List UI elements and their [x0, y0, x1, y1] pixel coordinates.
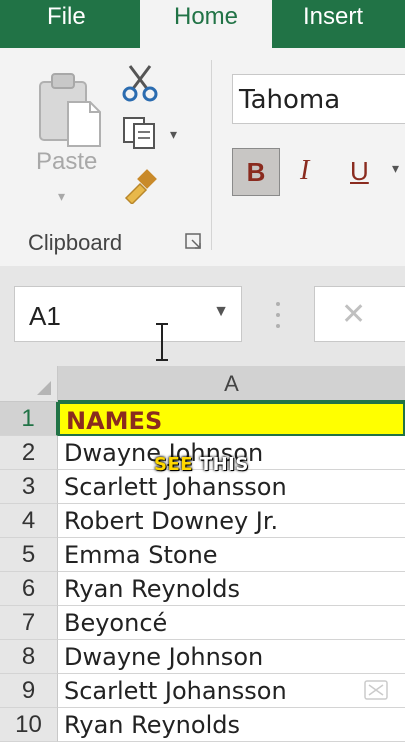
copy-dropdown-icon[interactable]: ▾	[170, 126, 177, 143]
cut-icon[interactable]	[120, 64, 160, 102]
caption-word-2: THIS	[199, 454, 249, 475]
cell[interactable]: Emma Stone	[58, 538, 405, 572]
cancel-icon: ✕	[341, 298, 367, 331]
drag-handle-icon[interactable]	[272, 298, 284, 332]
table-row: 10 Ryan Reynolds	[0, 708, 405, 742]
cell[interactable]: Robert Downey Jr.	[58, 504, 405, 538]
table-row: 3 Scarlett Johansson	[0, 470, 405, 504]
cell[interactable]: Dwayne Johnson	[58, 640, 405, 674]
table-row: 7 Beyoncé	[0, 606, 405, 640]
row-header[interactable]: 8	[0, 640, 58, 674]
column-header-a[interactable]: A	[58, 366, 405, 402]
caption-overlay: SEE THIS	[154, 454, 249, 475]
tab-home[interactable]: Home	[140, 0, 272, 52]
name-box-dropdown-icon[interactable]: ▼	[213, 303, 229, 321]
ribbon-spacer	[0, 266, 405, 286]
row-header[interactable]: 2	[0, 436, 58, 470]
copy-icon[interactable]	[120, 116, 160, 150]
table-row: 8 Dwayne Johnson	[0, 640, 405, 674]
italic-button[interactable]: I	[300, 148, 320, 196]
cell[interactable]: Scarlett Johansson	[58, 674, 405, 708]
clipboard-group: Paste ▾ ▾ Clipboard	[0, 48, 212, 266]
table-row: 4 Robert Downey Jr.	[0, 504, 405, 538]
cell[interactable]: Ryan Reynolds	[58, 708, 405, 742]
row-header[interactable]: 4	[0, 504, 58, 538]
cell[interactable]: Beyoncé	[58, 606, 405, 640]
cell[interactable]: Ryan Reynolds	[58, 572, 405, 606]
name-box[interactable]: A1 ▼	[14, 286, 242, 342]
clipboard-group-label: Clipboard	[28, 230, 123, 255]
table-row: 1 NAMES	[0, 402, 405, 436]
row-header[interactable]: 3	[0, 470, 58, 504]
spreadsheet-grid: A 1 NAMES 2 Dwayne Johnson 3 Scarlett Jo…	[0, 366, 405, 742]
table-row: 6 Ryan Reynolds	[0, 572, 405, 606]
font-name-value: Tahoma	[239, 85, 341, 115]
cell[interactable]: NAMES	[58, 402, 405, 436]
format-painter-icon[interactable]	[120, 168, 160, 204]
group-separator	[211, 60, 212, 250]
row-header[interactable]: 9	[0, 674, 58, 708]
bold-button[interactable]: B	[232, 148, 280, 196]
paste-label[interactable]: Paste	[36, 148, 97, 176]
ribbon-home: Paste ▾ ▾ Clipboard Tahoma B I U ▾	[0, 48, 405, 266]
row-header[interactable]: 6	[0, 572, 58, 606]
tab-file[interactable]: File	[47, 0, 86, 48]
row-header[interactable]: 7	[0, 606, 58, 640]
cell[interactable]: Scarlett Johansson	[58, 470, 405, 504]
cancel-formula-button[interactable]: ✕	[314, 286, 405, 342]
row-header[interactable]: 5	[0, 538, 58, 572]
name-box-value: A1	[29, 301, 61, 331]
paste-icon[interactable]	[34, 68, 104, 148]
row-header[interactable]: 1	[0, 402, 58, 436]
row-header[interactable]: 10	[0, 708, 58, 742]
underline-button[interactable]: U	[350, 148, 382, 196]
formula-bar: A1 ▼ ✕	[0, 286, 405, 366]
table-row: 9 Scarlett Johansson	[0, 674, 405, 708]
paste-dropdown-icon[interactable]: ▾	[58, 188, 65, 205]
ribbon-tab-bar: File Home Insert	[0, 0, 405, 52]
font-name-box[interactable]: Tahoma	[232, 74, 405, 124]
caption-word-1: SEE	[154, 454, 194, 475]
watermark-icon	[364, 680, 388, 700]
table-row: 5 Emma Stone	[0, 538, 405, 572]
underline-dropdown-icon[interactable]: ▾	[392, 160, 399, 177]
tab-insert[interactable]: Insert	[303, 0, 363, 48]
select-all-button[interactable]	[0, 366, 58, 402]
dialog-launcher-icon[interactable]	[184, 232, 204, 252]
text-cursor-icon	[156, 323, 168, 361]
